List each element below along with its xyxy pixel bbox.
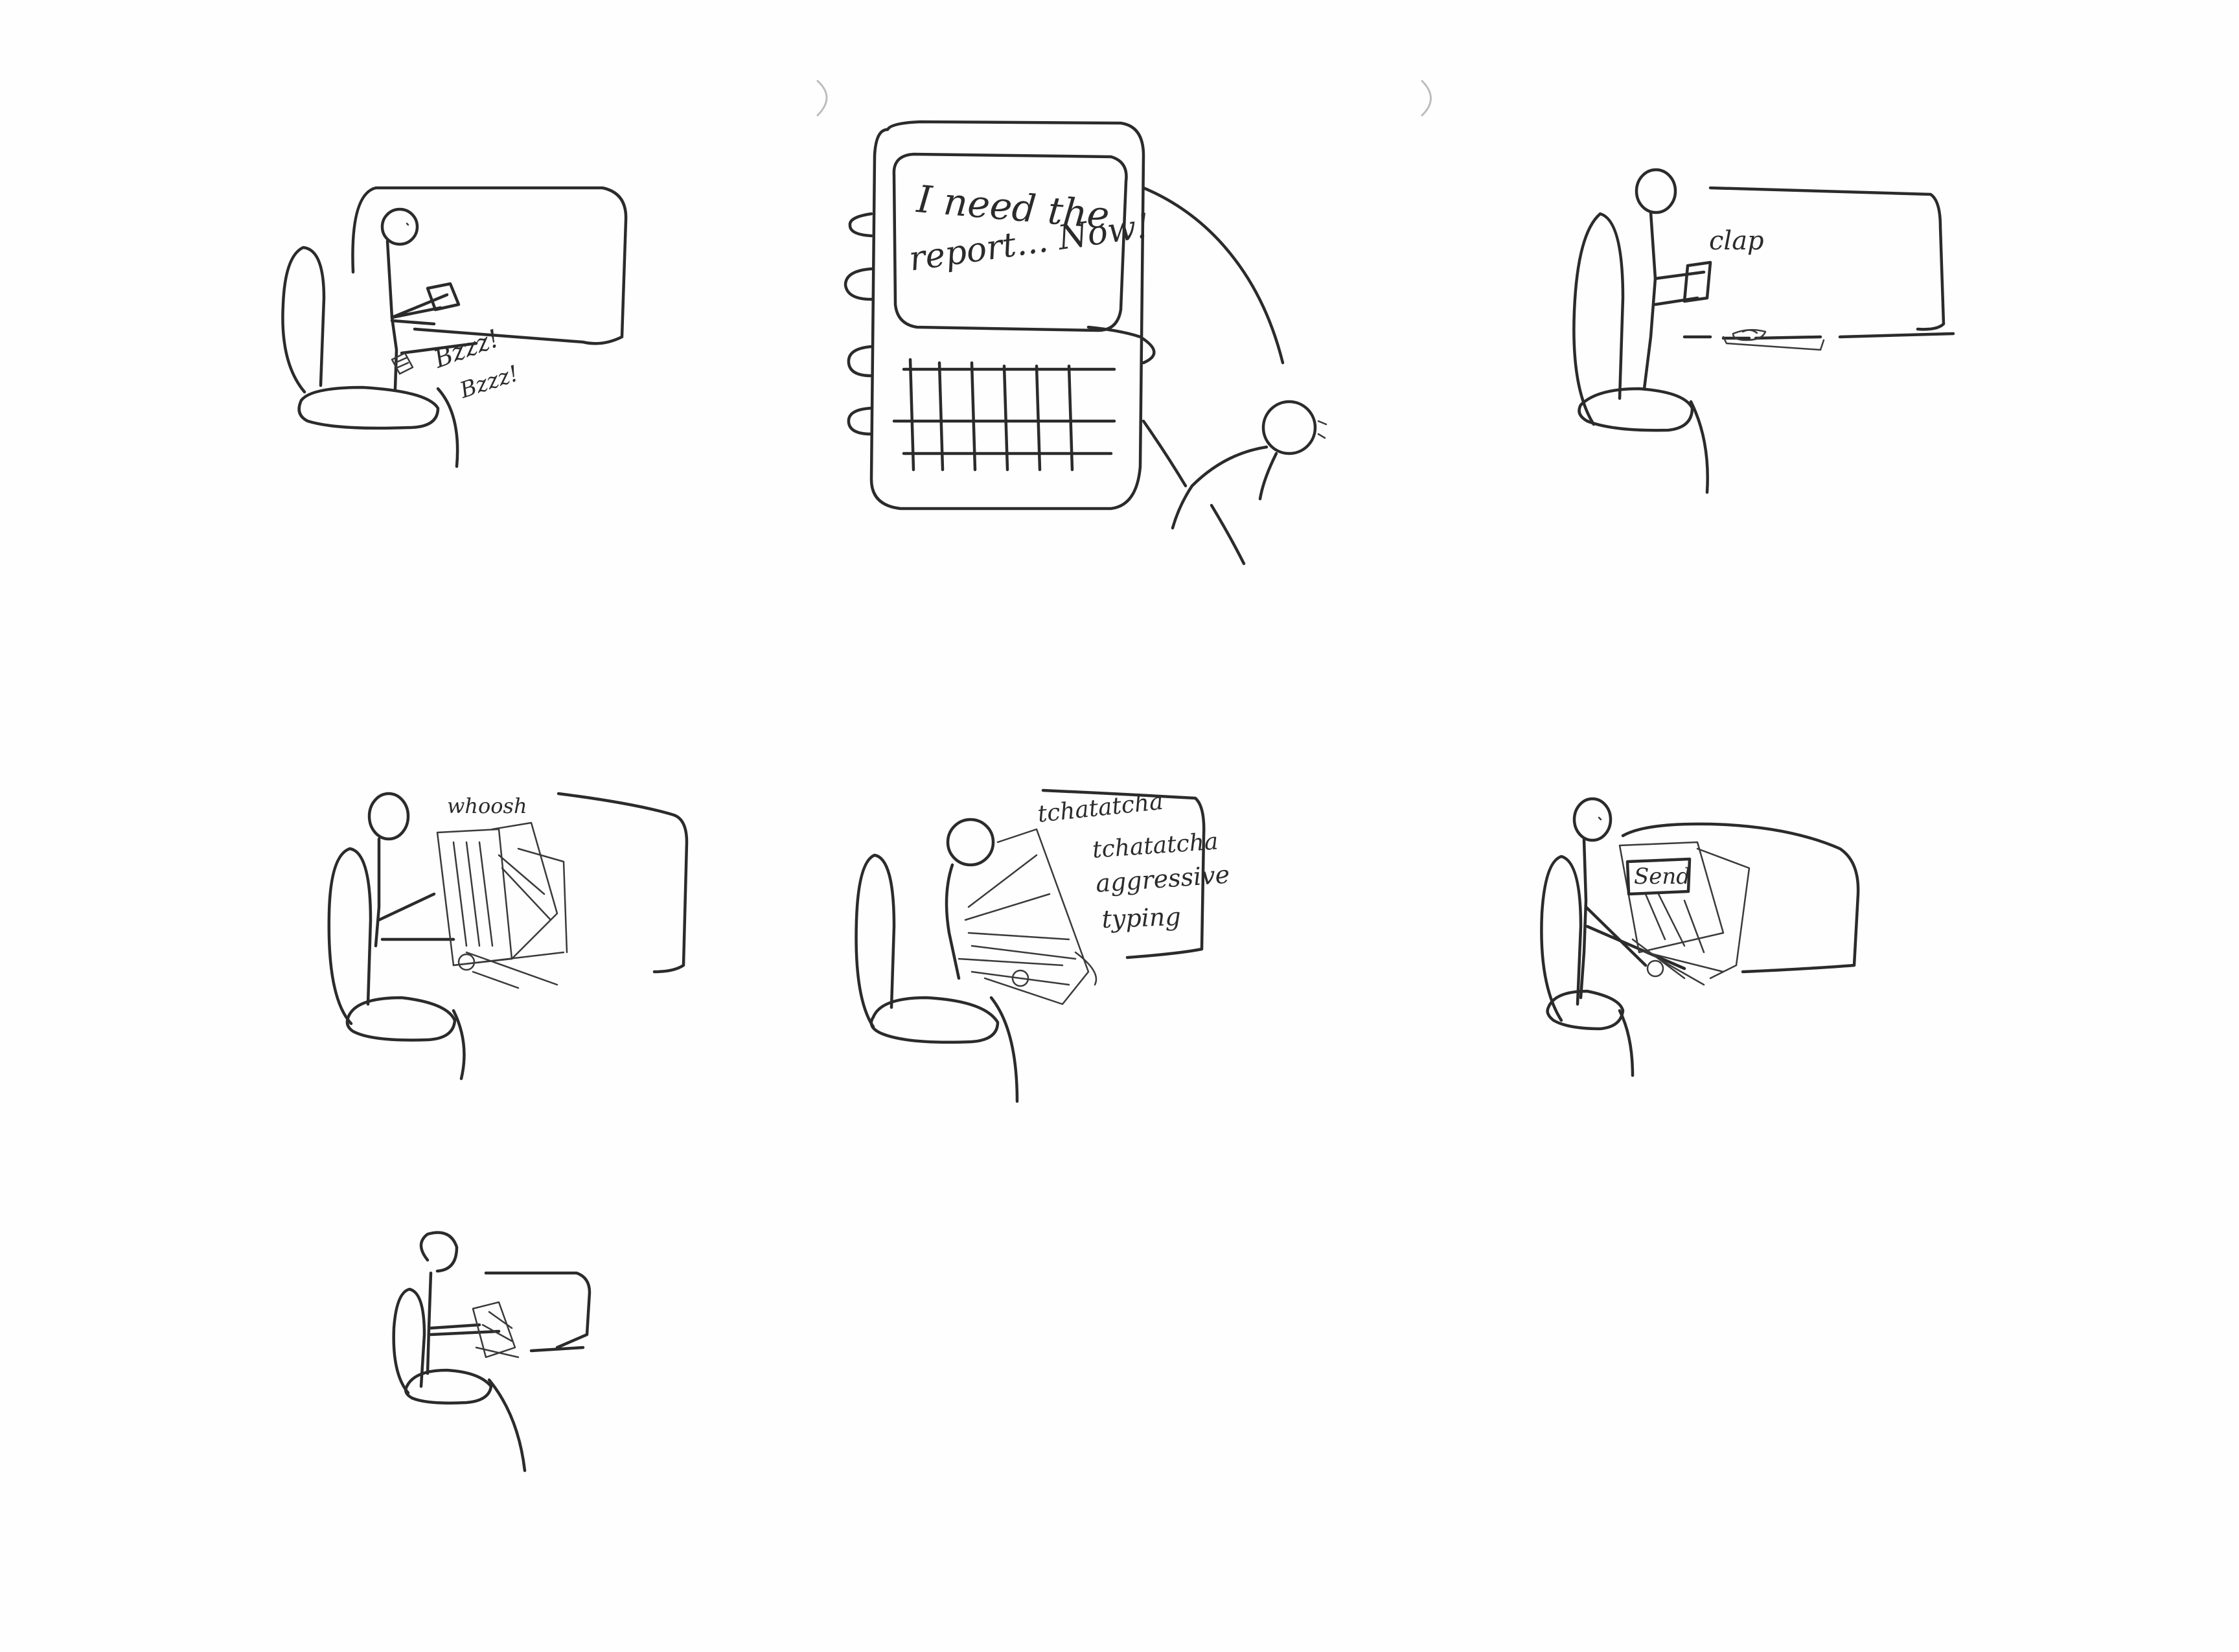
panel-3-monitor xyxy=(1708,186,1946,331)
panel-4-laptop xyxy=(436,821,568,989)
panel-7-laptop xyxy=(472,1301,520,1359)
panel-2-phone-keyboard xyxy=(892,358,1116,472)
panel-4-chair-seat xyxy=(345,996,457,1042)
panel-3-person-head xyxy=(1635,168,1677,214)
panel-6 xyxy=(1540,797,1860,1077)
panel-4-chair-back xyxy=(327,847,373,1026)
panel-6-chair-seat xyxy=(1546,989,1625,1031)
panel-4-caption-whoosh: whoosh xyxy=(447,794,527,818)
panel-7 xyxy=(392,1231,591,1473)
panel-3-chair-seat xyxy=(1578,387,1694,432)
panel-3-desk xyxy=(1682,332,1955,340)
panel-5-caption-4: typing xyxy=(1101,902,1182,934)
panel-3-chair-back xyxy=(1572,212,1625,426)
panel-1 xyxy=(281,186,628,468)
panel-1-chair-back xyxy=(281,246,326,394)
panel-2-person-head xyxy=(1261,400,1317,455)
panel-6-person-head xyxy=(1572,797,1613,842)
panel-7-chair-seat xyxy=(404,1368,493,1405)
panel-7-monitor xyxy=(484,1271,591,1353)
panel-3 xyxy=(1572,168,1955,494)
panel-7-chair-back xyxy=(392,1287,426,1395)
panel-4 xyxy=(327,792,689,1081)
panel-4-person-head xyxy=(367,792,410,841)
panel-1-chair-seat xyxy=(297,385,440,430)
panel-7-person-head xyxy=(419,1231,459,1273)
panel-4-monitor xyxy=(557,792,689,974)
panel-1-person-head xyxy=(380,207,419,246)
storyboard-sheet: Bzzz! Bzzz! I need the report... Now! cl… xyxy=(0,0,2239,1652)
panel-6-monitor xyxy=(1621,822,1860,974)
panel-6-send-label: Send xyxy=(1634,864,1691,889)
panel-3-caption-clap: clap xyxy=(1709,226,1764,256)
panel-5-laptop xyxy=(958,828,1097,1005)
hole-punch-marks xyxy=(816,80,1432,117)
panel-5-person-head xyxy=(946,818,995,867)
panel-5-chair-back xyxy=(855,853,896,1029)
panel-3-phone xyxy=(1682,260,1712,303)
